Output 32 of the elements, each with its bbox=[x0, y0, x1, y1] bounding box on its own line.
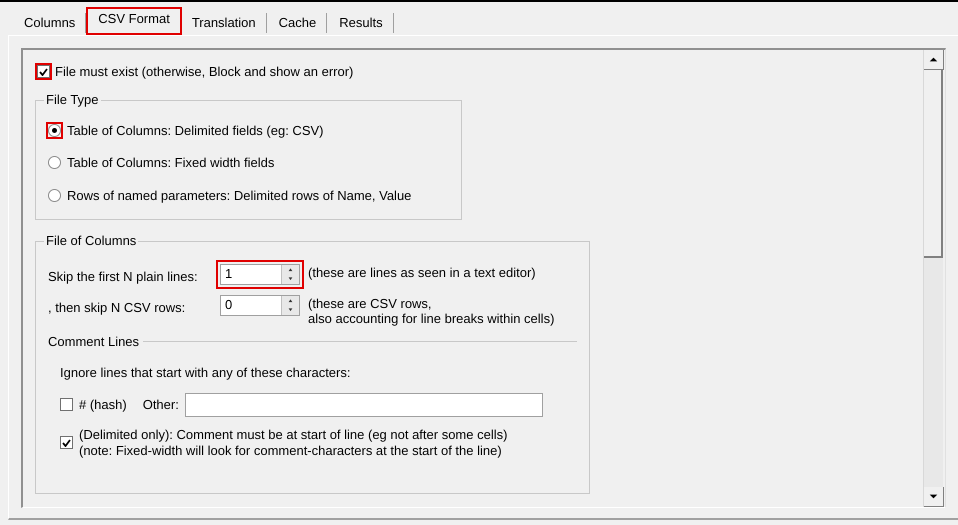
check-icon bbox=[39, 68, 48, 76]
tab[interactable]: Translation bbox=[182, 13, 267, 33]
scroll-thumb[interactable] bbox=[924, 70, 943, 258]
scroll-up-icon[interactable] bbox=[924, 50, 944, 70]
number-spinner[interactable]: 0 bbox=[220, 294, 300, 316]
instruction-text: Ignore lines that start with any of these characters: bbox=[60, 364, 352, 382]
radio-button[interactable] bbox=[48, 156, 61, 170]
field-label: Other: bbox=[142, 396, 179, 414]
scroll-down-icon[interactable] bbox=[924, 487, 944, 507]
tab[interactable]: Cache bbox=[268, 13, 328, 33]
hint-text: (these are CSV rows, also accounting for line breaks within cells) bbox=[308, 296, 554, 326]
vertical-scrollbar[interactable] bbox=[923, 50, 943, 507]
hint-text: (these are lines as seen in a text editor) bbox=[308, 264, 536, 280]
spinner-label: Skip the first N plain lines: bbox=[48, 268, 199, 286]
tab[interactable]: Columns bbox=[14, 13, 86, 33]
radio-button[interactable] bbox=[48, 188, 61, 202]
check-icon bbox=[62, 438, 71, 446]
checkbox-label: File must exist (otherwise, Block and show an error) bbox=[55, 63, 354, 81]
group-title: File Type bbox=[44, 92, 101, 108]
radio-label: Rows of named parameters: Delimited rows of Name, Value bbox=[67, 186, 412, 205]
checkbox-label: # (hash) bbox=[79, 396, 127, 414]
radio-label: Table of Columns: Fixed width fields bbox=[67, 154, 274, 172]
number-spinner[interactable]: 1 bbox=[220, 264, 300, 284]
other-characters-field[interactable] bbox=[184, 392, 543, 416]
spinner-label: , then skip N CSV rows: bbox=[48, 298, 186, 317]
section-title: Comment Lines bbox=[48, 332, 140, 350]
tab[interactable]: Results bbox=[329, 13, 394, 33]
checkbox-label: (Delimited only): Comment must be at start of line (eg not after some cells) (note: Fixed-width will look for comment-characters at the start of the line) bbox=[79, 426, 508, 458]
radio-label: Table of Columns: Delimited fields (eg: CSV) bbox=[67, 122, 324, 140]
checkbox[interactable] bbox=[60, 436, 73, 449]
checkbox[interactable] bbox=[60, 398, 73, 411]
group-title: File of Columns bbox=[44, 232, 138, 248]
